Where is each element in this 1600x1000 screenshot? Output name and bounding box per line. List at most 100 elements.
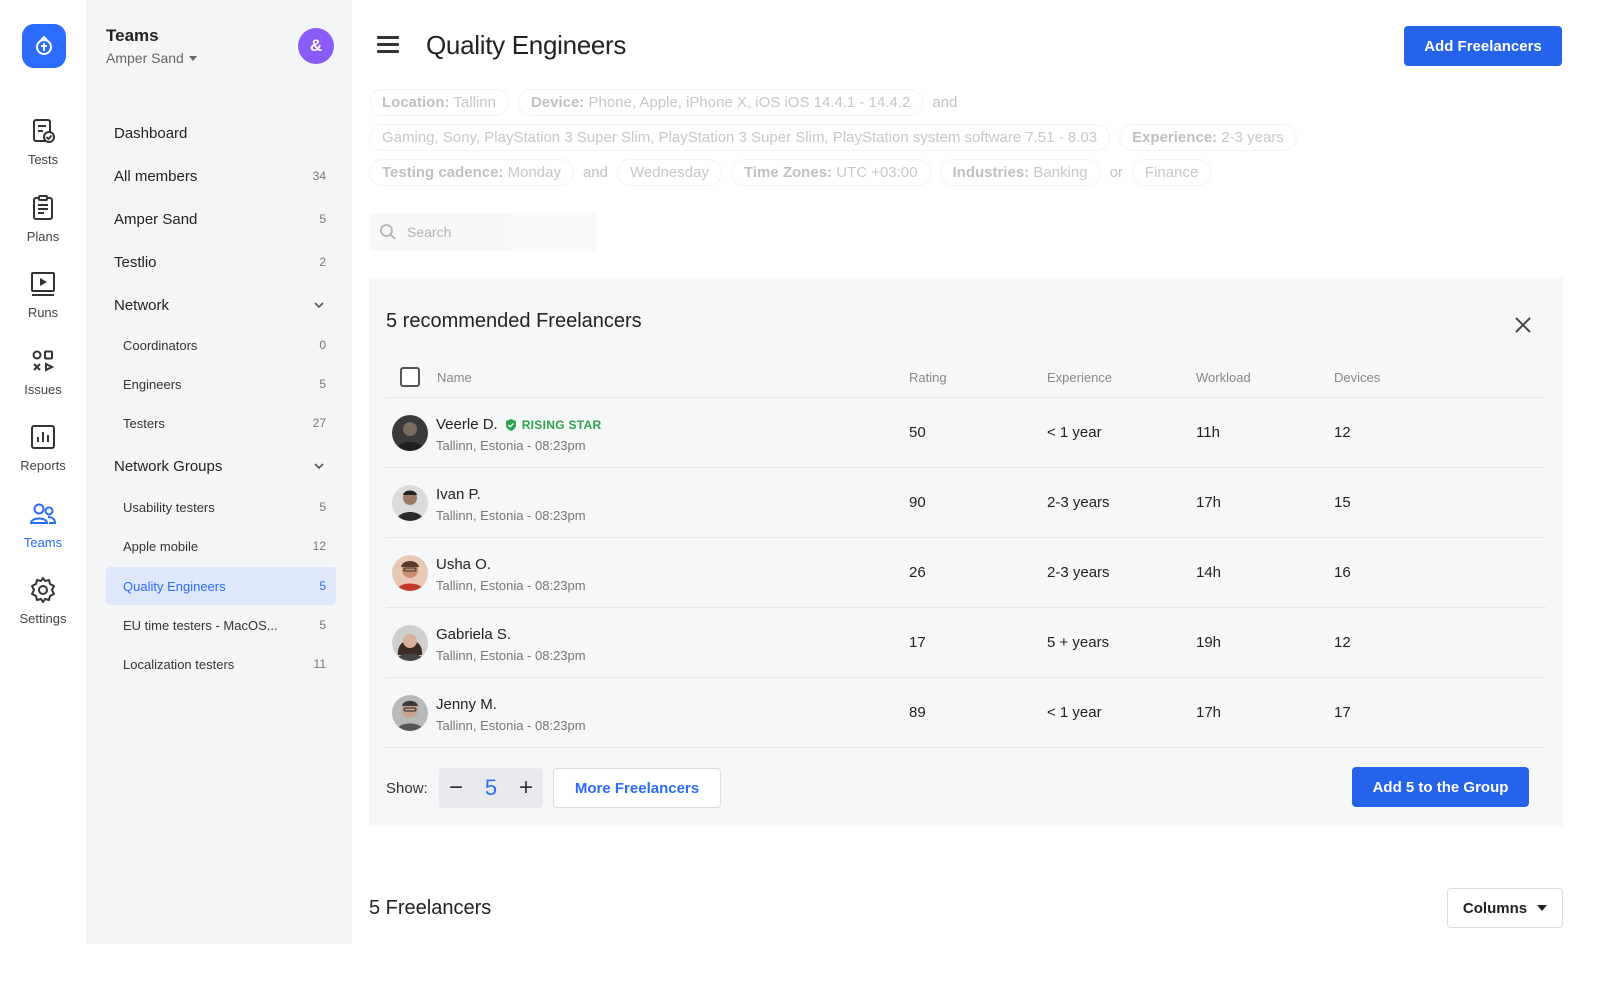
column-header-name[interactable]: Name [437, 370, 472, 385]
sidebar-item-testers[interactable]: Testers 27 [106, 404, 336, 442]
filter-chip-wednesday[interactable]: Wednesday [617, 159, 722, 186]
filter-key: Location: [382, 94, 450, 111]
add-freelancers-button[interactable]: Add Freelancers [1404, 26, 1562, 66]
chevron-down-icon[interactable] [312, 459, 326, 473]
column-header-experience[interactable]: Experience [1047, 370, 1112, 385]
rail-label: Tests [27, 152, 59, 167]
rail-item-tests[interactable]: Tests [0, 116, 86, 167]
more-freelancers-button[interactable]: More Freelancers [553, 768, 721, 808]
tests-icon [33, 119, 55, 143]
rail-label: Plans [26, 229, 60, 244]
freelancer-name-cell: Veerle D. RISING STAR [436, 416, 601, 433]
filter-chip-experience[interactable]: Experience: 2-3 years [1119, 124, 1297, 151]
show-label: Show: [386, 780, 428, 797]
filter-chip-time-zones[interactable]: Time Zones: UTC +03:00 [730, 159, 931, 186]
filter-chip-location[interactable]: Location: Tallinn [369, 89, 509, 116]
sidebar-item-eu-time-testers[interactable]: EU time testers - MacOS... 5 [106, 606, 336, 644]
table-row[interactable]: Gabriela S. Tallinn, Estonia - 08:23pm 1… [386, 608, 1546, 678]
workload-cell: 19h [1196, 634, 1222, 651]
rail-item-settings[interactable]: Settings [0, 575, 86, 626]
freelancers-section-title: 5 Freelancers [369, 897, 492, 919]
sidebar-item-usability-testers[interactable]: Usability testers 5 [106, 488, 336, 526]
rail-item-plans[interactable]: Plans [0, 193, 86, 244]
menu-icon[interactable] [377, 36, 399, 56]
rail-item-runs[interactable]: Runs [0, 269, 86, 320]
sidebar-item-amper-sand[interactable]: Amper Sand 5 [106, 200, 336, 238]
table-row[interactable]: Veerle D. RISING STAR Tallinn, Estonia -… [386, 398, 1546, 468]
sidebar-item-label: Usability testers [123, 499, 215, 515]
workload-cell: 14h [1196, 564, 1222, 581]
sidebar-item-quality-engineers[interactable]: Quality Engineers 5 [106, 567, 336, 605]
sidebar-item-label: Network [114, 296, 170, 314]
show-count-stepper: − 5 + [439, 768, 543, 808]
rail-item-teams[interactable]: Teams [0, 499, 86, 550]
sidebar-item-testlio[interactable]: Testlio 2 [106, 243, 336, 281]
sidebar-item-label: Dashboard [114, 124, 188, 142]
logo-icon [36, 35, 52, 55]
search-input[interactable] [407, 224, 577, 240]
freelancer-location: Tallinn, Estonia - 08:23pm [436, 578, 586, 593]
search-icon [380, 224, 396, 240]
freelancer-name: Usha O. [436, 556, 492, 573]
rail-label: Runs [27, 305, 59, 320]
sidebar-item-count: 2 [319, 255, 326, 269]
table-row[interactable]: Jenny M. Tallinn, Estonia - 08:23pm 89 <… [386, 678, 1546, 748]
table-header: Name Rating Experience Workload Devices [386, 358, 1546, 398]
sidebar-item-label: Testlio [114, 253, 157, 271]
table-row[interactable]: Usha O. Tallinn, Estonia - 08:23pm 26 2-… [386, 538, 1546, 608]
filter-chip-industries[interactable]: Industries: Banking [939, 159, 1101, 186]
columns-dropdown[interactable]: Columns [1447, 888, 1563, 928]
sidebar-item-label: Localization testers [123, 656, 235, 672]
plans-icon [33, 195, 53, 220]
sidebar-item-dashboard[interactable]: Dashboard [106, 114, 336, 152]
sidebar-item-count: 5 [319, 500, 326, 514]
workload-cell: 17h [1196, 494, 1222, 511]
column-header-workload[interactable]: Workload [1196, 370, 1251, 385]
minus-icon[interactable]: − [449, 776, 463, 800]
devices-cell: 15 [1334, 494, 1351, 511]
freelancer-name: Jenny M. [436, 696, 497, 713]
rating-cell: 26 [909, 564, 926, 581]
sidebar-item-count: 34 [312, 169, 326, 183]
filter-joiner: and [932, 94, 958, 111]
filter-chip-finance[interactable]: Finance [1131, 159, 1212, 186]
sidebar-item-all-members[interactable]: All members 34 [106, 157, 336, 195]
devices-cell: 16 [1334, 564, 1351, 581]
sidebar-item-label: EU time testers - MacOS... [123, 617, 278, 633]
runs-icon [31, 272, 55, 296]
filter-key: Device: [530, 94, 585, 111]
column-header-rating[interactable]: Rating [909, 370, 947, 385]
app-logo[interactable] [22, 24, 66, 68]
freelancer-name-cell: Gabriela S. [436, 626, 511, 643]
table-row[interactable]: Ivan P. Tallinn, Estonia - 08:23pm 90 2-… [386, 468, 1546, 538]
badge-label: RISING STAR [521, 417, 602, 432]
select-all-checkbox[interactable] [400, 367, 420, 387]
close-icon[interactable] [1512, 314, 1534, 336]
sidebar-title: Teams [106, 26, 159, 45]
sidebar-item-label: Coordinators [123, 337, 198, 353]
sidebar-item-network-groups[interactable]: Network Groups [106, 447, 336, 485]
rail-item-issues[interactable]: Issues [0, 346, 86, 397]
page-title: Quality Engineers [426, 30, 627, 60]
add-to-group-button[interactable]: Add 5 to the Group [1352, 767, 1529, 807]
org-avatar[interactable]: & [298, 28, 334, 64]
org-switcher[interactable]: Amper Sand [106, 50, 197, 66]
chevron-down-icon[interactable] [312, 298, 326, 312]
sidebar-item-localization-testers[interactable]: Localization testers 11 [106, 645, 336, 683]
sidebar-item-engineers[interactable]: Engineers 5 [106, 365, 336, 403]
org-name: Amper Sand [106, 50, 184, 66]
sidebar-item-label: Quality Engineers [123, 578, 226, 594]
plus-icon[interactable]: + [519, 776, 533, 800]
rail-item-reports[interactable]: Reports [0, 422, 86, 473]
sidebar-item-apple-mobile[interactable]: Apple mobile 12 [106, 527, 336, 565]
filter-value: UTC +03:00 [836, 164, 918, 181]
workload-cell: 11h [1196, 424, 1220, 441]
sidebar-item-coordinators[interactable]: Coordinators 0 [106, 326, 336, 364]
column-header-devices[interactable]: Devices [1334, 370, 1380, 385]
filter-chip-gaming-device[interactable]: Gaming, Sony, PlayStation 3 Super Slim, … [369, 124, 1111, 151]
filter-chip-device[interactable]: Device: Phone, Apple, iPhone X, iOS iOS … [517, 89, 924, 116]
filter-value: Phone, Apple, iPhone X, iOS iOS 14.4.1 -… [588, 94, 911, 111]
sidebar-item-network[interactable]: Network [106, 286, 336, 324]
rail-label: Reports [20, 458, 66, 473]
filter-chip-testing-cadence[interactable]: Testing cadence: Monday [369, 159, 574, 186]
